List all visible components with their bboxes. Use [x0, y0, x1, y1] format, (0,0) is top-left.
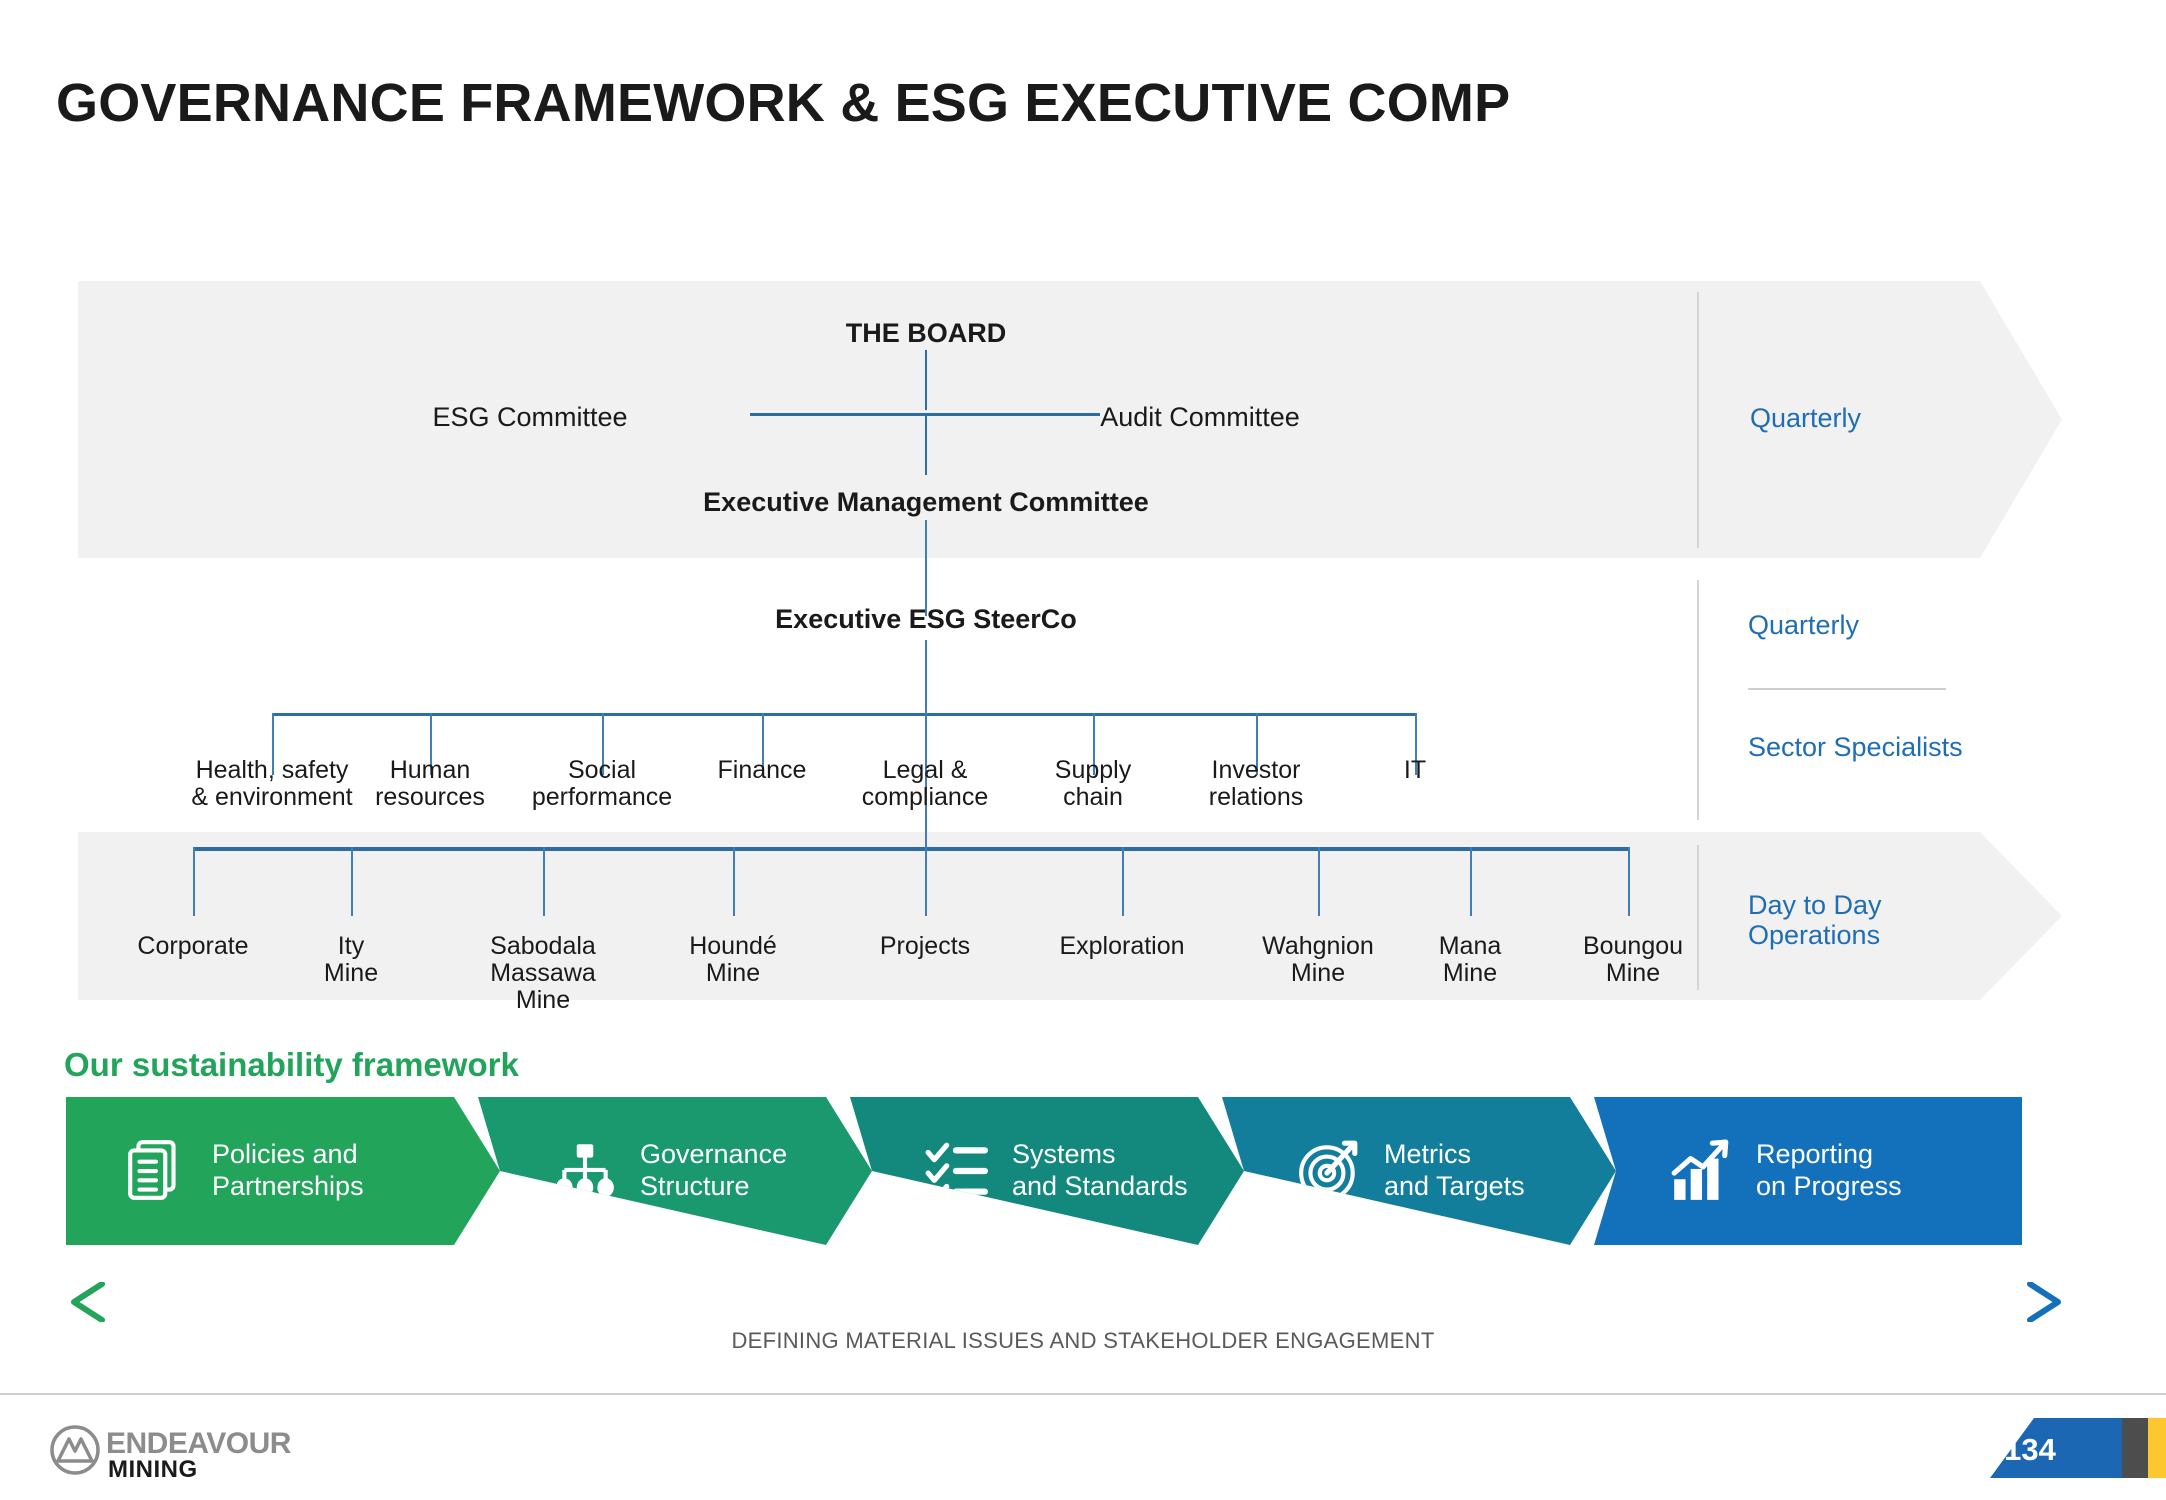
documents-icon	[124, 1138, 190, 1204]
operation-line1: Boungou	[1582, 932, 1684, 960]
department-line2: chain	[1063, 783, 1123, 811]
connector-to-emc	[925, 413, 927, 475]
department-line2: resources	[375, 783, 485, 811]
connector-emc-to-steerco	[925, 520, 927, 616]
node-department: Investor relations	[1166, 757, 1346, 811]
bar-chart-up-icon	[1671, 1139, 1729, 1200]
node-department: Supply chain	[1003, 757, 1183, 811]
connector-op-2	[351, 847, 353, 916]
badge-dark-block	[2122, 1418, 2148, 1478]
department-line2: compliance	[861, 783, 989, 811]
sustainability-framework-heading: Our sustainability framework	[64, 1046, 519, 1083]
node-operation: Ity Mine	[276, 933, 426, 987]
framework-step-systems-and-standards[interactable]: Systems and Standards	[850, 1097, 1244, 1245]
node-department: Legal & compliance	[825, 757, 1025, 811]
cadence-steerco-level: Quarterly	[1748, 610, 1860, 640]
connector-op-7	[1318, 847, 1320, 916]
operation-line2: Massawa	[490, 959, 596, 987]
cadence-day-to-day-operations: Day to Day Operations	[1748, 890, 1882, 951]
operation-line1: Wahgnion	[1262, 932, 1374, 960]
operation-line1: Exploration	[1059, 932, 1185, 960]
connector-op-4	[733, 847, 735, 916]
framework-step-label: Systems and Standards	[1012, 1139, 1188, 1201]
node-operation: Sabodala Massawa Mine	[448, 933, 638, 1014]
department-line1: Supply	[1054, 756, 1132, 784]
logo-secondary-text: MINING	[108, 1456, 198, 1481]
node-audit-committee: Audit Committee	[1100, 402, 1300, 432]
operation-line1: Ity	[337, 932, 365, 960]
operation-line2: Mine	[1290, 959, 1346, 987]
badge-yellow-block	[2148, 1418, 2166, 1478]
operation-line2: Mine	[323, 959, 379, 987]
node-executive-management-committee: Executive Management Committee	[703, 487, 1149, 517]
operation-line1: Sabodala	[490, 932, 596, 960]
department-line2: relations	[1208, 783, 1304, 811]
framework-step-label: Governance Structure	[640, 1139, 788, 1201]
operation-line2: Mine	[1442, 959, 1498, 987]
node-operation: Boungou Mine	[1548, 933, 1718, 987]
connector-operations-bus	[193, 847, 1630, 851]
node-operation: Exploration	[1022, 933, 1222, 960]
operation-line1: Mana	[1438, 932, 1502, 960]
framework-step-governance-structure[interactable]: Governance Structure	[478, 1097, 872, 1245]
connector-departments-bus	[272, 713, 1415, 716]
department-line1: IT	[1403, 756, 1427, 784]
node-the-board: THE BOARD	[845, 318, 1007, 348]
cadence-sector-specialists: Sector Specialists	[1748, 732, 1963, 762]
org-chart-icon	[552, 1138, 618, 1204]
cadence-board-level: Quarterly	[1750, 403, 1862, 433]
endeavour-mining-logo: ENDEAVOUR MINING	[50, 1425, 292, 1481]
node-operation: Corporate	[88, 933, 298, 960]
node-executive-esg-steerco: Executive ESG SteerCo	[775, 604, 1077, 634]
department-line1: Investor	[1211, 756, 1301, 784]
framework-step-reporting-on-progress[interactable]: Reporting on Progress	[1594, 1097, 2022, 1245]
slide-canvas: GOVERNANCE FRAMEWORK & ESG EXECUTIVE COM…	[0, 0, 2166, 1500]
operation-line1: Corporate	[137, 932, 249, 960]
node-operation: Mana Mine	[1400, 933, 1540, 987]
framework-step-label: Metrics and Targets	[1384, 1139, 1525, 1201]
operation-line3: Mine	[515, 986, 571, 1014]
material-issues-arrow	[71, 1282, 2061, 1322]
connector-op-8	[1470, 847, 1472, 916]
sustainability-framework-chevrons: Policies and Partnerships Governance Str…	[66, 1097, 2066, 1245]
node-department: IT	[1355, 757, 1475, 784]
connector-op-1	[193, 847, 195, 916]
node-esg-committee: ESG Committee	[432, 402, 628, 432]
department-line2: performance	[531, 783, 673, 811]
department-line1: Legal &	[882, 756, 968, 784]
framework-step-metrics-and-targets[interactable]: Metrics and Targets	[1222, 1097, 1616, 1245]
checklist-icon	[924, 1138, 990, 1204]
cadence-divider	[1748, 688, 1946, 690]
department-line1: Human	[389, 756, 471, 784]
framework-step-label: Reporting on Progress	[1756, 1139, 1902, 1201]
material-issues-caption: DEFINING MATERIAL ISSUES AND STAKEHOLDER…	[731, 1328, 1435, 1353]
framework-step-policies-and-partnerships[interactable]: Policies and Partnerships	[66, 1097, 500, 1245]
node-operation: Wahgnion Mine	[1228, 933, 1408, 987]
operation-line1: Projects	[879, 932, 971, 960]
node-department: Human resources	[340, 757, 520, 811]
operation-line2: Mine	[1605, 959, 1661, 987]
page-number: 134	[2004, 1432, 2056, 1467]
framework-step-label: Policies and Partnerships	[212, 1139, 364, 1201]
connector-op-5	[925, 847, 927, 916]
operation-line2: Mine	[705, 959, 761, 987]
node-operation: Houndé Mine	[648, 933, 818, 987]
connector-board-down	[925, 350, 927, 410]
connector-op-3	[543, 847, 545, 916]
footer-divider	[0, 1393, 2166, 1395]
connector-op-9	[1628, 847, 1630, 916]
page-title: GOVERNANCE FRAMEWORK & ESG EXECUTIVE COM…	[56, 73, 1511, 133]
connector-op-6	[1122, 847, 1124, 916]
operation-line1: Houndé	[689, 932, 777, 960]
node-operation: Projects	[840, 933, 1010, 960]
connector-steerco-down	[925, 640, 927, 714]
target-icon	[1296, 1138, 1362, 1204]
